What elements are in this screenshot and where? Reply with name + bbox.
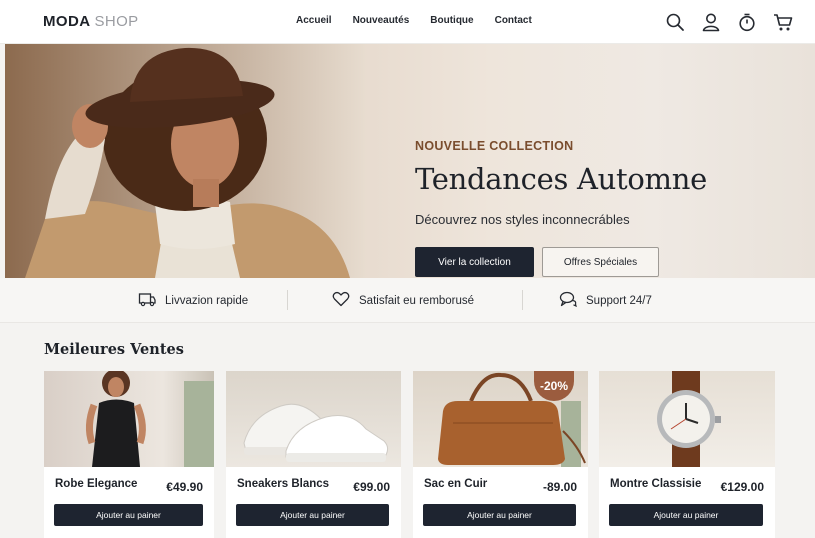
product-card[interactable]: Robe Elegance €49.90 Ajouter au painer bbox=[44, 371, 214, 538]
feature-delivery: Livvazion rapide bbox=[138, 278, 248, 323]
add-to-cart-button[interactable]: Ajouter au painer bbox=[423, 504, 576, 526]
cart-icon[interactable] bbox=[772, 11, 794, 33]
product-card[interactable]: Sneakers Blancs €99.00 Ajouter au painer bbox=[226, 371, 401, 538]
logo[interactable]: MODA SHOP bbox=[43, 13, 139, 30]
special-offers-button[interactable]: Offres Spéciales bbox=[542, 247, 659, 277]
logo-shop: SHOP bbox=[94, 13, 139, 30]
best-sellers-title: Meileures Ventes bbox=[44, 341, 184, 358]
chat-icon bbox=[559, 291, 577, 310]
feature-satisfaction: Satisfait eu remborusé bbox=[332, 278, 474, 323]
product-name[interactable]: Sneakers Blancs bbox=[237, 478, 329, 490]
feature-satisfaction-label: Satisfait eu remborusé bbox=[359, 294, 475, 307]
product-image-dress[interactable] bbox=[44, 371, 214, 467]
main-nav: Accueil Nouveautés Boutique Contact bbox=[296, 15, 532, 26]
nav-item-nouveautes[interactable]: Nouveautés bbox=[353, 15, 410, 26]
delivery-icon bbox=[138, 291, 156, 310]
hero-model-image bbox=[5, 44, 365, 278]
product-image-watch[interactable] bbox=[599, 371, 775, 467]
product-card[interactable]: -20% Sac en Cuir -89.00 Ajouter au paine… bbox=[413, 371, 588, 538]
divider bbox=[522, 290, 523, 310]
product-image-sneakers[interactable] bbox=[226, 371, 401, 467]
feature-support-label: Support 24/7 bbox=[586, 294, 652, 307]
product-name[interactable]: Montre Classisie bbox=[610, 478, 701, 490]
product-price: -89.00 bbox=[542, 480, 577, 494]
product-card[interactable]: Montre Classisie €129.00 Ajouter au pain… bbox=[599, 371, 775, 538]
product-price: €49.90 bbox=[166, 480, 203, 494]
hero-label: NOUVELLE COLLECTION bbox=[415, 139, 574, 153]
product-name[interactable]: Robe Elegance bbox=[55, 478, 137, 490]
user-icon[interactable] bbox=[700, 11, 722, 33]
add-to-cart-button[interactable]: Ajouter au painer bbox=[54, 504, 203, 526]
nav-item-contact[interactable]: Contact bbox=[495, 15, 532, 26]
hero-subtitle: Découvrez nos styles inconnecrábles bbox=[415, 212, 630, 227]
heart-icon bbox=[332, 291, 350, 310]
add-to-cart-button[interactable]: Ajouter au painer bbox=[236, 504, 389, 526]
view-collection-button[interactable]: Vier la collection bbox=[415, 247, 534, 277]
features-bar: Livvazion rapide Satisfait eu remborusé … bbox=[0, 278, 815, 323]
header-icons bbox=[664, 11, 794, 33]
feature-delivery-label: Livvazion rapide bbox=[165, 294, 249, 307]
timer-icon[interactable] bbox=[736, 11, 758, 33]
product-price: €99.00 bbox=[353, 480, 390, 494]
hero-title: Tendances Automne bbox=[415, 162, 707, 196]
nav-item-boutique[interactable]: Boutique bbox=[430, 15, 473, 26]
logo-main: MODA bbox=[43, 13, 91, 30]
add-to-cart-button[interactable]: Ajouter au painer bbox=[609, 504, 763, 526]
divider bbox=[287, 290, 288, 310]
site-header: MODA SHOP Accueil Nouveautés Boutique Con… bbox=[0, 0, 815, 44]
product-price: €129.00 bbox=[720, 480, 764, 494]
hero-banner: NOUVELLE COLLECTION Tendances Automne Dé… bbox=[5, 44, 815, 278]
nav-item-accueil[interactable]: Accueil bbox=[296, 15, 332, 26]
product-name[interactable]: Sac en Cuir bbox=[424, 478, 487, 490]
feature-support: Support 24/7 bbox=[559, 278, 652, 323]
search-icon[interactable] bbox=[664, 11, 686, 33]
